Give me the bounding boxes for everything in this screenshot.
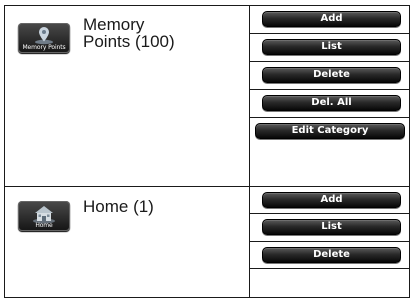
memory-points-icon: Memory Points [18, 23, 70, 53]
edit-category-cell: Edit Category [249, 118, 411, 186]
memory-points-edit-category-button[interactable]: Edit Category [255, 123, 405, 139]
home-delete-cell: Delete [249, 242, 411, 268]
add-cell: Add [249, 6, 411, 33]
home-delete-button[interactable]: Delete [262, 247, 401, 263]
home-list-button[interactable]: List [262, 219, 401, 235]
home-add-button[interactable]: Add [262, 192, 401, 208]
del-all-cell: Del. All [249, 90, 411, 117]
row-divider [249, 268, 409, 269]
list-cell: List [249, 34, 411, 61]
home-add-cell: Add [249, 187, 411, 213]
home-list-cell: List [249, 214, 411, 241]
delete-cell: Delete [249, 62, 411, 89]
home-icon-caption: Home [35, 222, 53, 229]
memory-points-list-button[interactable]: List [262, 39, 401, 55]
memory-points-add-button[interactable]: Add [262, 11, 401, 27]
memory-points-title: Memory Points (100) [83, 16, 175, 50]
memory-points-delete-button[interactable]: Delete [262, 67, 401, 83]
memory-points-del-all-button[interactable]: Del. All [262, 95, 401, 111]
memory-points-title-line2: Points (100) [83, 32, 175, 51]
home-icon: Home [18, 201, 70, 231]
memory-points-icon-caption: Memory Points [22, 44, 66, 51]
memory-points-title-line1: Memory [83, 15, 145, 34]
memory-points-table: Memory Points Memory Points (100) Add Li… [4, 5, 410, 298]
home-title: Home (1) [83, 197, 154, 216]
